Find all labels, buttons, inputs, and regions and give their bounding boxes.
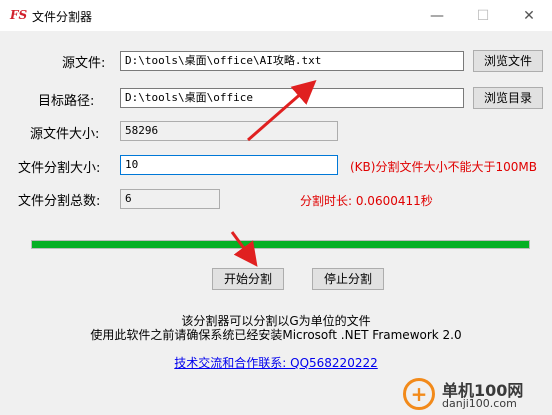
watermark: + 单机100网 danji100.com (400, 375, 552, 415)
watermark-logo-icon: + (403, 378, 435, 410)
arrow-to-source-field (247, 80, 317, 142)
watermark-url: danji100.com (442, 397, 517, 410)
annotation-arrows (230, 80, 317, 267)
arrow-to-start-button (230, 231, 258, 267)
